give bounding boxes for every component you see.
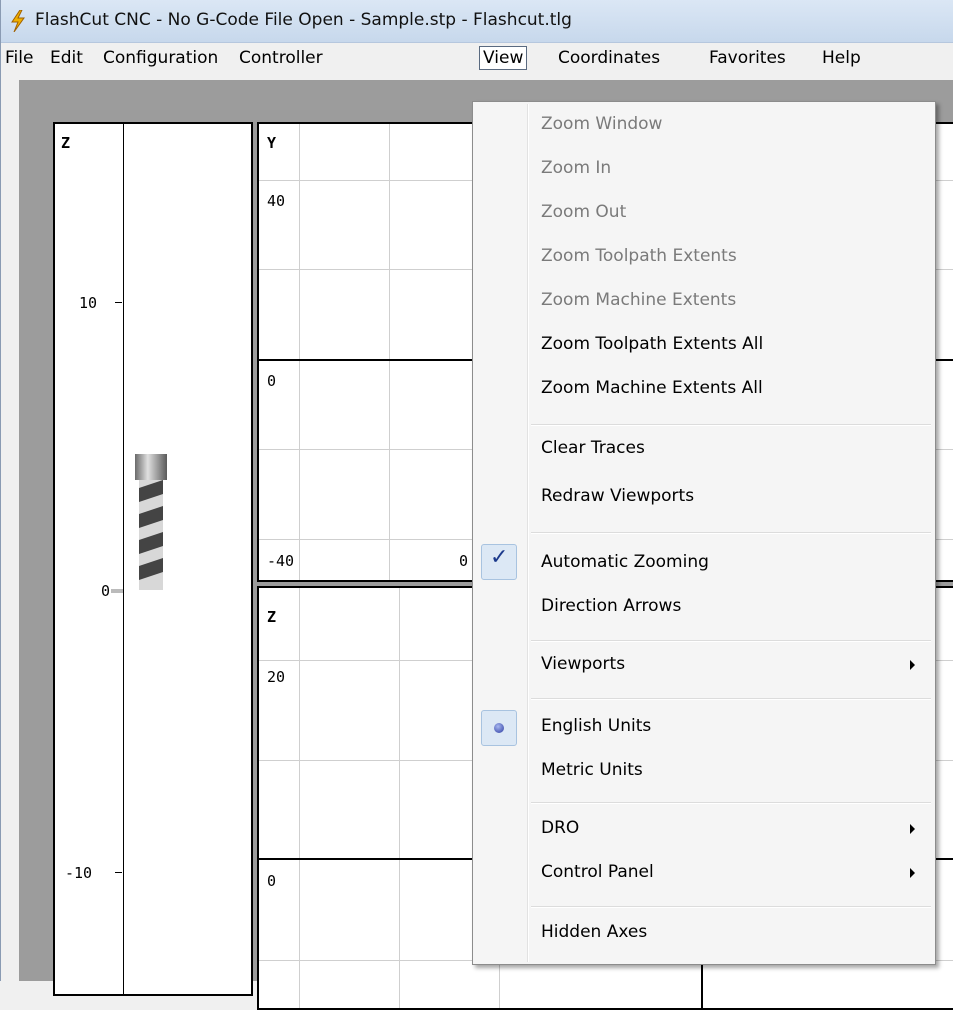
menu-file[interactable]: File (5, 47, 33, 69)
menu-controller[interactable]: Controller (239, 47, 323, 69)
menu-item-automatic-zooming[interactable]: Automatic Zooming (541, 552, 709, 572)
z-gauge-tick (111, 589, 123, 593)
menu-item-redraw-viewports[interactable]: Redraw Viewports (541, 486, 694, 506)
menu-item-clear-traces[interactable]: Clear Traces (541, 438, 645, 458)
menu-separator (531, 906, 931, 908)
menu-item-zoom-out[interactable]: Zoom Out (541, 202, 626, 222)
grid-line (389, 124, 390, 580)
app-window: FlashCut CNC - No G-Code File Open - Sam… (0, 0, 953, 1010)
y-tick-label: 40 (267, 192, 286, 210)
menu-separator (531, 532, 931, 534)
menu-item-metric-units[interactable]: Metric Units (541, 760, 643, 780)
window-title: FlashCut CNC - No G-Code File Open - Sam… (35, 10, 572, 30)
menu-coordinates[interactable]: Coordinates (558, 47, 660, 69)
z-gauge-tick-label: -10 (65, 864, 93, 882)
menu-item-zoom-in[interactable]: Zoom In (541, 158, 611, 178)
menu-item-viewports[interactable]: Viewports (541, 654, 625, 674)
grid-line (299, 124, 300, 580)
menu-bar: File Edit Configuration Controller View … (1, 43, 953, 73)
menu-favorites[interactable]: Favorites (709, 47, 786, 69)
z-tick-label: 20 (267, 668, 286, 686)
menu-view[interactable]: View (479, 46, 528, 70)
menu-separator (531, 698, 931, 700)
menu-gutter (528, 104, 529, 962)
menu-item-zoom-machine-extents-all[interactable]: Zoom Machine Extents All (541, 378, 763, 398)
submenu-arrow-icon (910, 868, 915, 878)
z-gauge-tick-label: 0 (101, 582, 111, 600)
checkmark-icon: ✓ (490, 545, 509, 570)
submenu-arrow-icon (910, 824, 915, 834)
menu-item-direction-arrows[interactable]: Direction Arrows (541, 596, 681, 616)
z-gauge-tick (115, 302, 122, 303)
menu-item-zoom-toolpath-extents[interactable]: Zoom Toolpath Extents (541, 246, 737, 266)
menu-separator (531, 640, 931, 642)
menu-item-zoom-machine-extents[interactable]: Zoom Machine Extents (541, 290, 736, 310)
menu-help[interactable]: Help (822, 47, 861, 69)
automatic-zooming-check-box: ✓ (481, 544, 517, 580)
menu-separator (531, 424, 931, 426)
lightning-bolt-icon (11, 10, 25, 32)
z-gauge-tick-label: 10 (79, 294, 98, 312)
xy-axis-label: Y (267, 134, 277, 152)
menu-item-english-units[interactable]: English Units (541, 716, 651, 736)
end-mill-tool-icon (135, 454, 167, 590)
menu-edit[interactable]: Edit (50, 47, 83, 69)
menu-item-hidden-axes[interactable]: Hidden Axes (541, 922, 647, 942)
grid-line (299, 588, 300, 1008)
z-tick-label: 0 (267, 872, 277, 890)
y-tick-label: 0 (267, 372, 277, 390)
menu-item-zoom-toolpath-extents-all[interactable]: Zoom Toolpath Extents All (541, 334, 763, 354)
submenu-arrow-icon (910, 660, 915, 670)
title-bar: FlashCut CNC - No G-Code File Open - Sam… (1, 0, 953, 43)
z-gauge-tick (115, 872, 122, 873)
radio-selected-icon (494, 723, 504, 733)
z-gauge-viewport[interactable]: Z 10 0 -10 (53, 122, 253, 996)
english-units-radio-box (481, 710, 517, 746)
grid-line (399, 588, 400, 1008)
menu-item-control-panel[interactable]: Control Panel (541, 862, 654, 882)
menu-separator (531, 802, 931, 804)
menu-item-zoom-window[interactable]: Zoom Window (541, 114, 662, 134)
x-tick-label: 0 (459, 552, 469, 570)
y-tick-label: -40 (267, 552, 295, 570)
menu-configuration[interactable]: Configuration (103, 47, 218, 69)
xz-axis-label: Z (267, 608, 277, 626)
z-gauge-scale-line (123, 124, 124, 994)
menu-item-dro[interactable]: DRO (541, 818, 579, 838)
z-gauge-axis-label: Z (61, 134, 71, 152)
view-dropdown-menu: Zoom Window Zoom In Zoom Out Zoom Toolpa… (472, 101, 936, 965)
